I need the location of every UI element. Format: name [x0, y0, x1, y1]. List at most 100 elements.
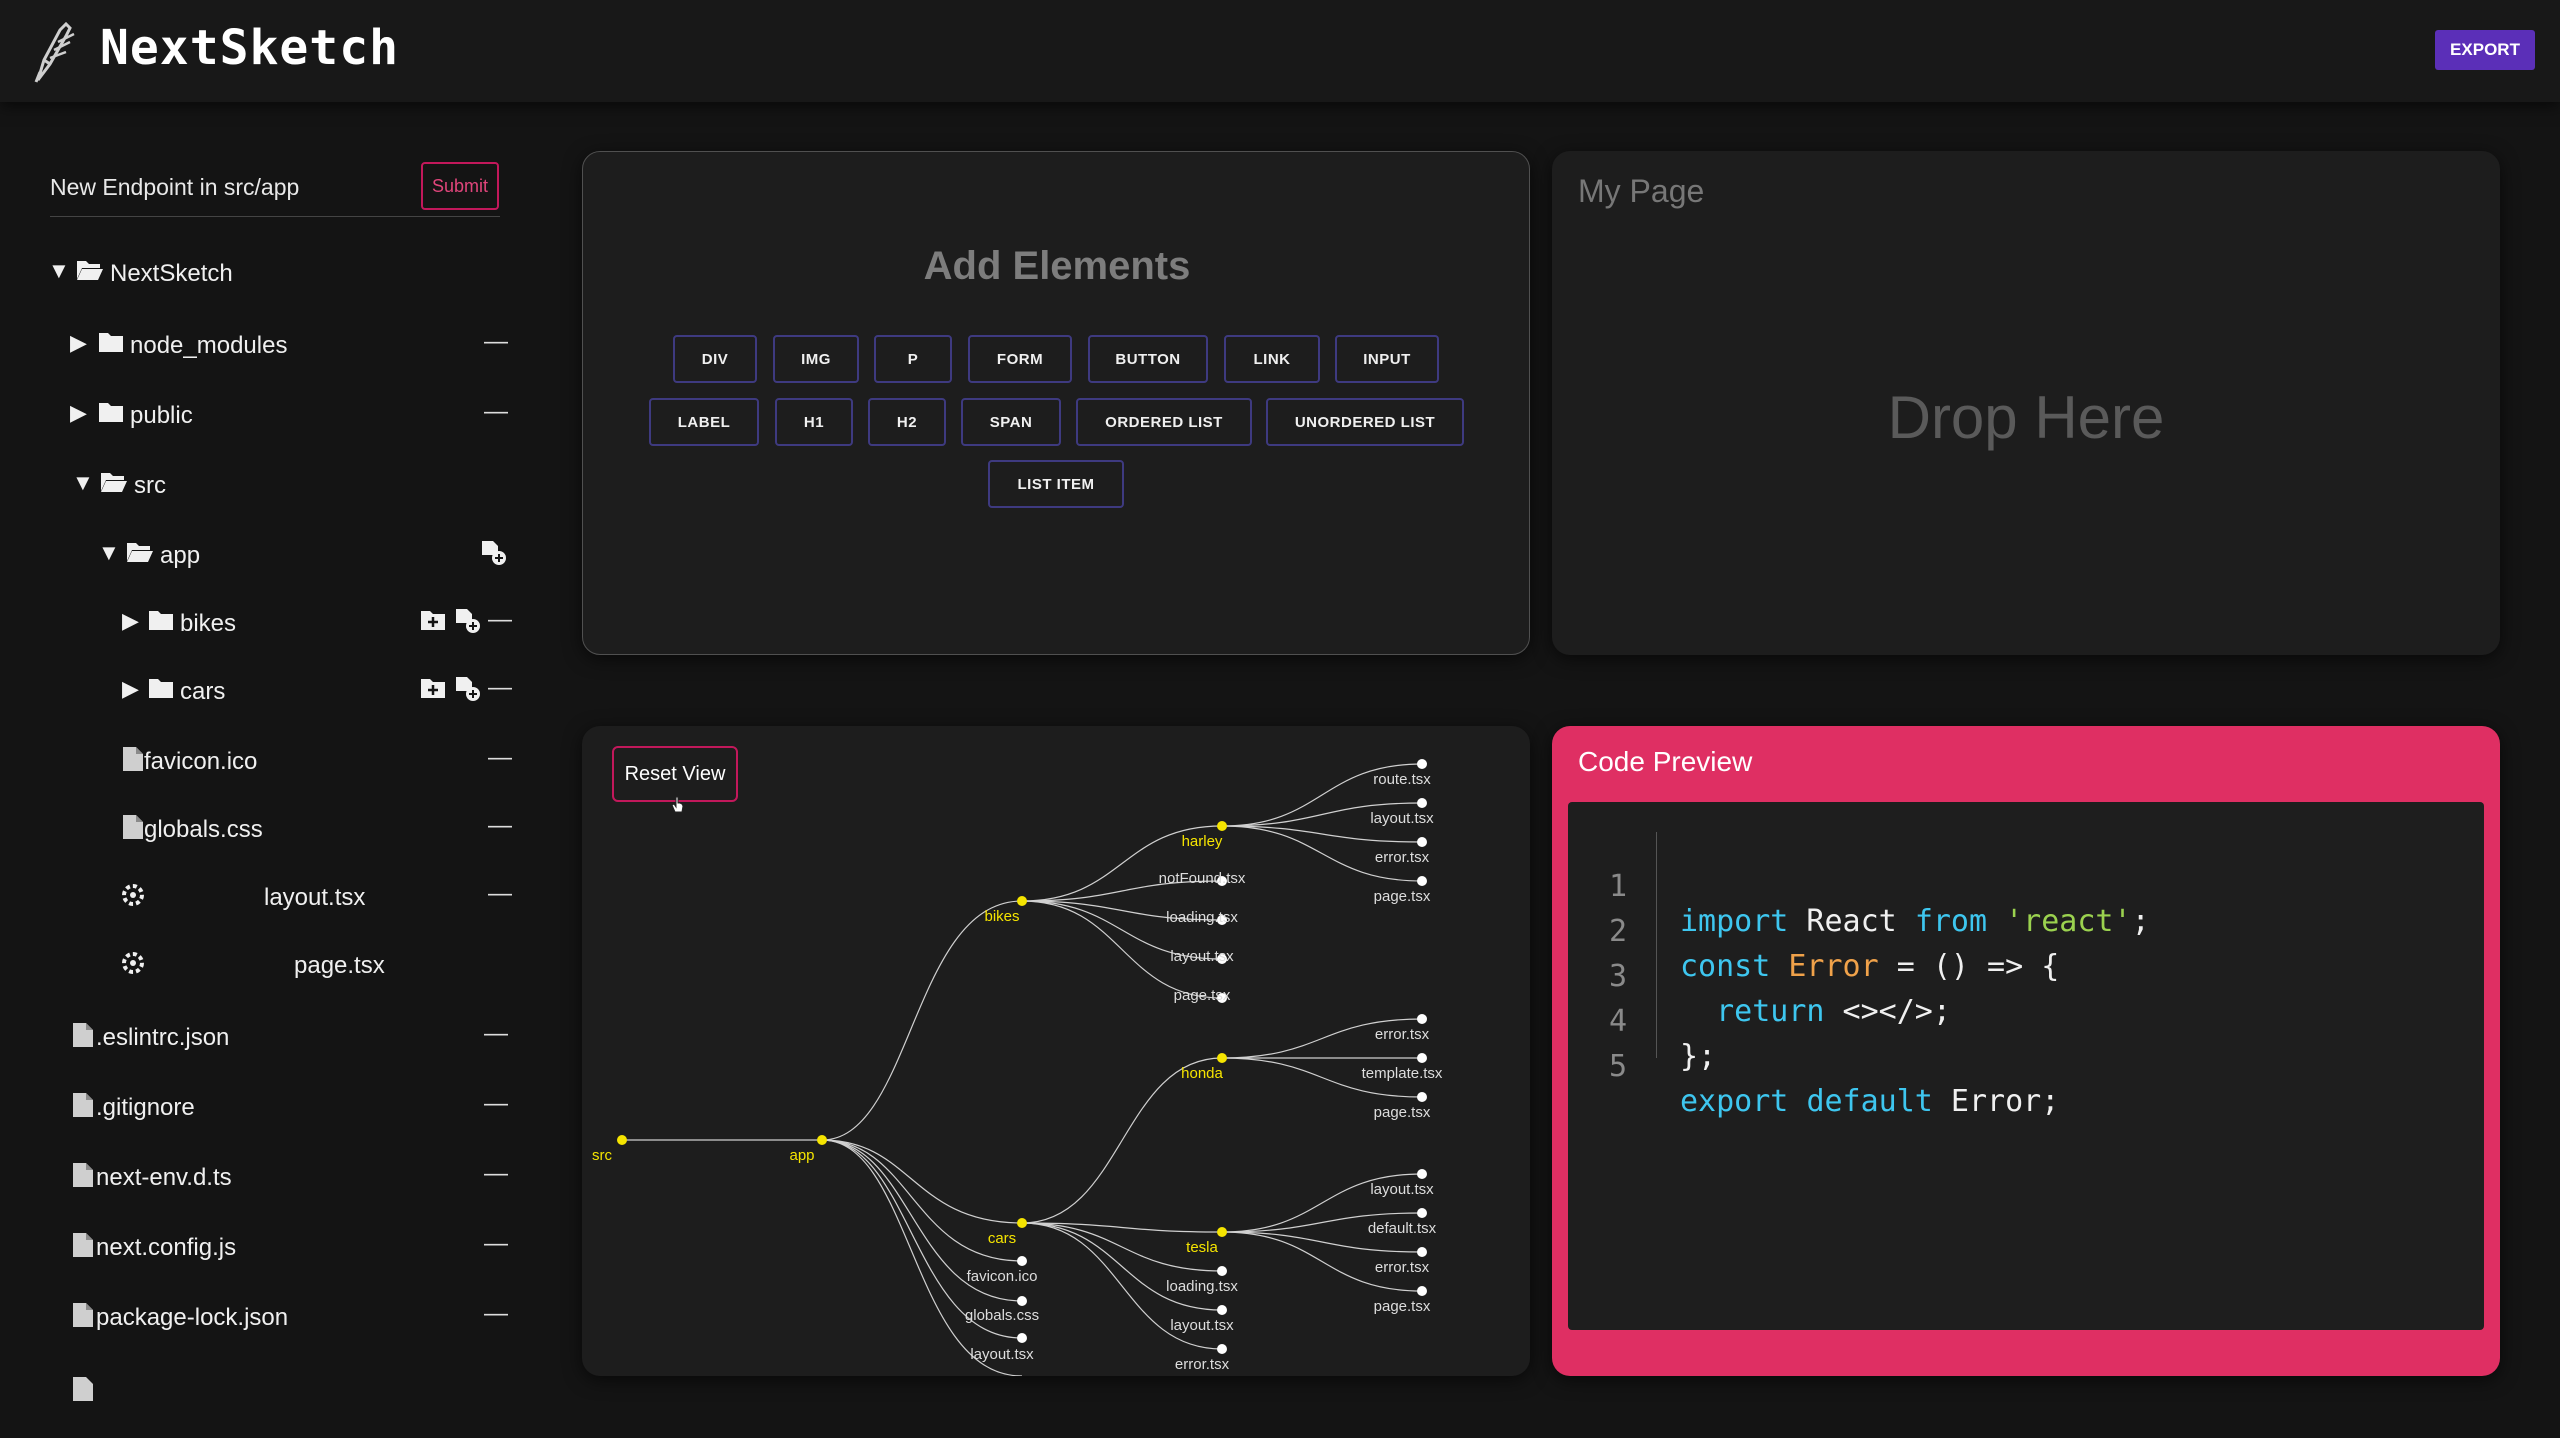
tree-item-cars[interactable]: ▶ cars —	[122, 670, 540, 710]
add-h2-button[interactable]: H2	[868, 398, 946, 446]
caret-right-icon[interactable]: ▶	[122, 608, 139, 634]
tree-item-next-config[interactable]: next.config.js —	[72, 1226, 540, 1266]
tree-item-page[interactable]: page.tsx	[120, 944, 540, 984]
tree-item-label: public	[130, 402, 193, 429]
tree-item-public[interactable]: ▶ public —	[70, 394, 540, 434]
route-tree-panel[interactable]: src app bikes cars harley honda tesla ro…	[582, 726, 1530, 1376]
node-label-bikes: bikes	[984, 908, 1019, 925]
code-editor[interactable]: 1 import React from 'react'; 2 const Err…	[1568, 802, 2484, 1330]
add-h1-button[interactable]: H1	[775, 398, 853, 446]
node-leaf[interactable]	[1017, 1296, 1027, 1306]
node-tesla[interactable]	[1217, 1227, 1227, 1237]
remove-icon[interactable]: —	[484, 1160, 508, 1188]
node-leaf[interactable]	[1417, 759, 1427, 769]
tree-item-node-modules[interactable]: ▶ node_modules —	[70, 324, 540, 364]
line-number: 5	[1608, 1049, 1628, 1084]
add-button-button[interactable]: BUTTON	[1088, 335, 1208, 383]
tree-item-next-env[interactable]: next-env.d.ts —	[72, 1156, 540, 1196]
remove-icon[interactable]: —	[488, 674, 512, 702]
caret-down-icon[interactable]: ▼	[72, 470, 94, 496]
folder-icon	[99, 333, 123, 352]
page-canvas-panel[interactable]: My Page Drop Here	[1552, 151, 2500, 655]
add-ordered-list-button[interactable]: ORDERED LIST	[1076, 398, 1252, 446]
tree-item-gitignore[interactable]: .gitignore —	[72, 1086, 540, 1126]
node-label: page.tsx	[1374, 1104, 1431, 1121]
caret-right-icon[interactable]: ▶	[70, 330, 87, 356]
node-app[interactable]	[817, 1135, 827, 1145]
node-leaf[interactable]	[1017, 1333, 1027, 1343]
route-tree-graph[interactable]: src app bikes cars harley honda tesla ro…	[582, 726, 1530, 1376]
submit-button[interactable]: Submit	[421, 162, 499, 210]
node-harley[interactable]	[1217, 821, 1227, 831]
add-input-button[interactable]: INPUT	[1335, 335, 1439, 383]
folder-open-icon	[127, 543, 153, 562]
add-file-icon[interactable]	[454, 608, 482, 634]
remove-icon[interactable]: —	[484, 1300, 508, 1328]
tree-item-app[interactable]: ▼ app	[98, 534, 540, 574]
remove-icon[interactable]: —	[488, 606, 512, 634]
node-leaf[interactable]	[1217, 1344, 1227, 1354]
node-leaf[interactable]	[1417, 1169, 1427, 1179]
node-leaf[interactable]	[1417, 798, 1427, 808]
node-leaf[interactable]	[1417, 876, 1427, 886]
tree-item-nextsketch[interactable]: ▼ NextSketch	[48, 252, 540, 292]
node-honda[interactable]	[1217, 1053, 1227, 1063]
add-label-button[interactable]: LABEL	[649, 398, 759, 446]
tree-item-eslintrc[interactable]: .eslintrc.json —	[72, 1016, 540, 1056]
node-leaf[interactable]	[1217, 1266, 1227, 1276]
add-link-button[interactable]: LINK	[1224, 335, 1320, 383]
remove-icon[interactable]: —	[488, 744, 512, 772]
node-leaf[interactable]	[1417, 1208, 1427, 1218]
node-leaf[interactable]	[1017, 1256, 1027, 1266]
add-file-icon[interactable]	[480, 540, 508, 566]
remove-icon[interactable]: —	[488, 812, 512, 840]
export-button[interactable]: EXPORT	[2435, 30, 2535, 70]
tree-item-src[interactable]: ▼ src	[72, 464, 540, 504]
node-leaf[interactable]	[1217, 1305, 1227, 1315]
add-form-button[interactable]: FORM	[968, 335, 1072, 383]
node-src[interactable]	[617, 1135, 627, 1145]
node-leaf[interactable]	[1417, 1247, 1427, 1257]
file-icon	[73, 1303, 93, 1327]
node-bikes[interactable]	[1017, 896, 1027, 906]
node-leaf[interactable]	[1417, 1014, 1427, 1024]
remove-icon[interactable]: —	[488, 880, 512, 908]
tree-item-package-lock[interactable]: package-lock.json —	[72, 1296, 540, 1336]
caret-down-icon[interactable]: ▼	[98, 540, 120, 566]
code-line: 1 import React from 'react';	[1568, 834, 2484, 939]
remove-icon[interactable]: —	[484, 328, 508, 356]
remove-icon[interactable]: —	[484, 1090, 508, 1118]
tree-item-globals[interactable]: globals.css —	[122, 808, 540, 848]
node-leaf[interactable]	[1417, 1092, 1427, 1102]
folder-icon	[99, 403, 123, 422]
tree-item-label: .eslintrc.json	[96, 1024, 230, 1051]
add-span-button[interactable]: SPAN	[961, 398, 1061, 446]
caret-right-icon[interactable]: ▶	[70, 400, 87, 426]
add-img-button[interactable]: IMG	[773, 335, 859, 383]
input-underline	[50, 216, 500, 217]
caret-right-icon[interactable]: ▶	[122, 676, 139, 702]
remove-icon[interactable]: —	[484, 398, 508, 426]
node-cars[interactable]	[1017, 1218, 1027, 1228]
add-div-button[interactable]: DIV	[673, 335, 757, 383]
node-leaf[interactable]	[1417, 1286, 1427, 1296]
add-file-icon[interactable]	[454, 676, 482, 702]
tree-item-layout[interactable]: layout.tsx —	[120, 876, 540, 916]
add-folder-icon[interactable]	[420, 676, 446, 700]
node-label-src: src	[592, 1147, 612, 1164]
tree-item-favicon[interactable]: favicon.ico —	[122, 740, 540, 780]
remove-icon[interactable]: —	[484, 1020, 508, 1048]
node-leaf[interactable]	[1417, 1053, 1427, 1063]
node-label: notFound.tsx	[1159, 870, 1246, 887]
tree-item-bikes[interactable]: ▶ bikes —	[122, 602, 540, 642]
node-leaf[interactable]	[1417, 837, 1427, 847]
caret-down-icon[interactable]: ▼	[48, 258, 70, 284]
add-p-button[interactable]: P	[874, 335, 952, 383]
tree-labels: src app bikes cars harley honda tesla ro…	[592, 771, 1443, 1373]
add-list-item-button[interactable]: LIST ITEM	[988, 460, 1124, 508]
node-label: loading.tsx	[1166, 1278, 1238, 1295]
remove-icon[interactable]: —	[484, 1230, 508, 1258]
new-endpoint-input[interactable]: New Endpoint in src/app	[50, 174, 299, 201]
add-folder-icon[interactable]	[420, 608, 446, 632]
add-unordered-list-button[interactable]: UNORDERED LIST	[1266, 398, 1464, 446]
